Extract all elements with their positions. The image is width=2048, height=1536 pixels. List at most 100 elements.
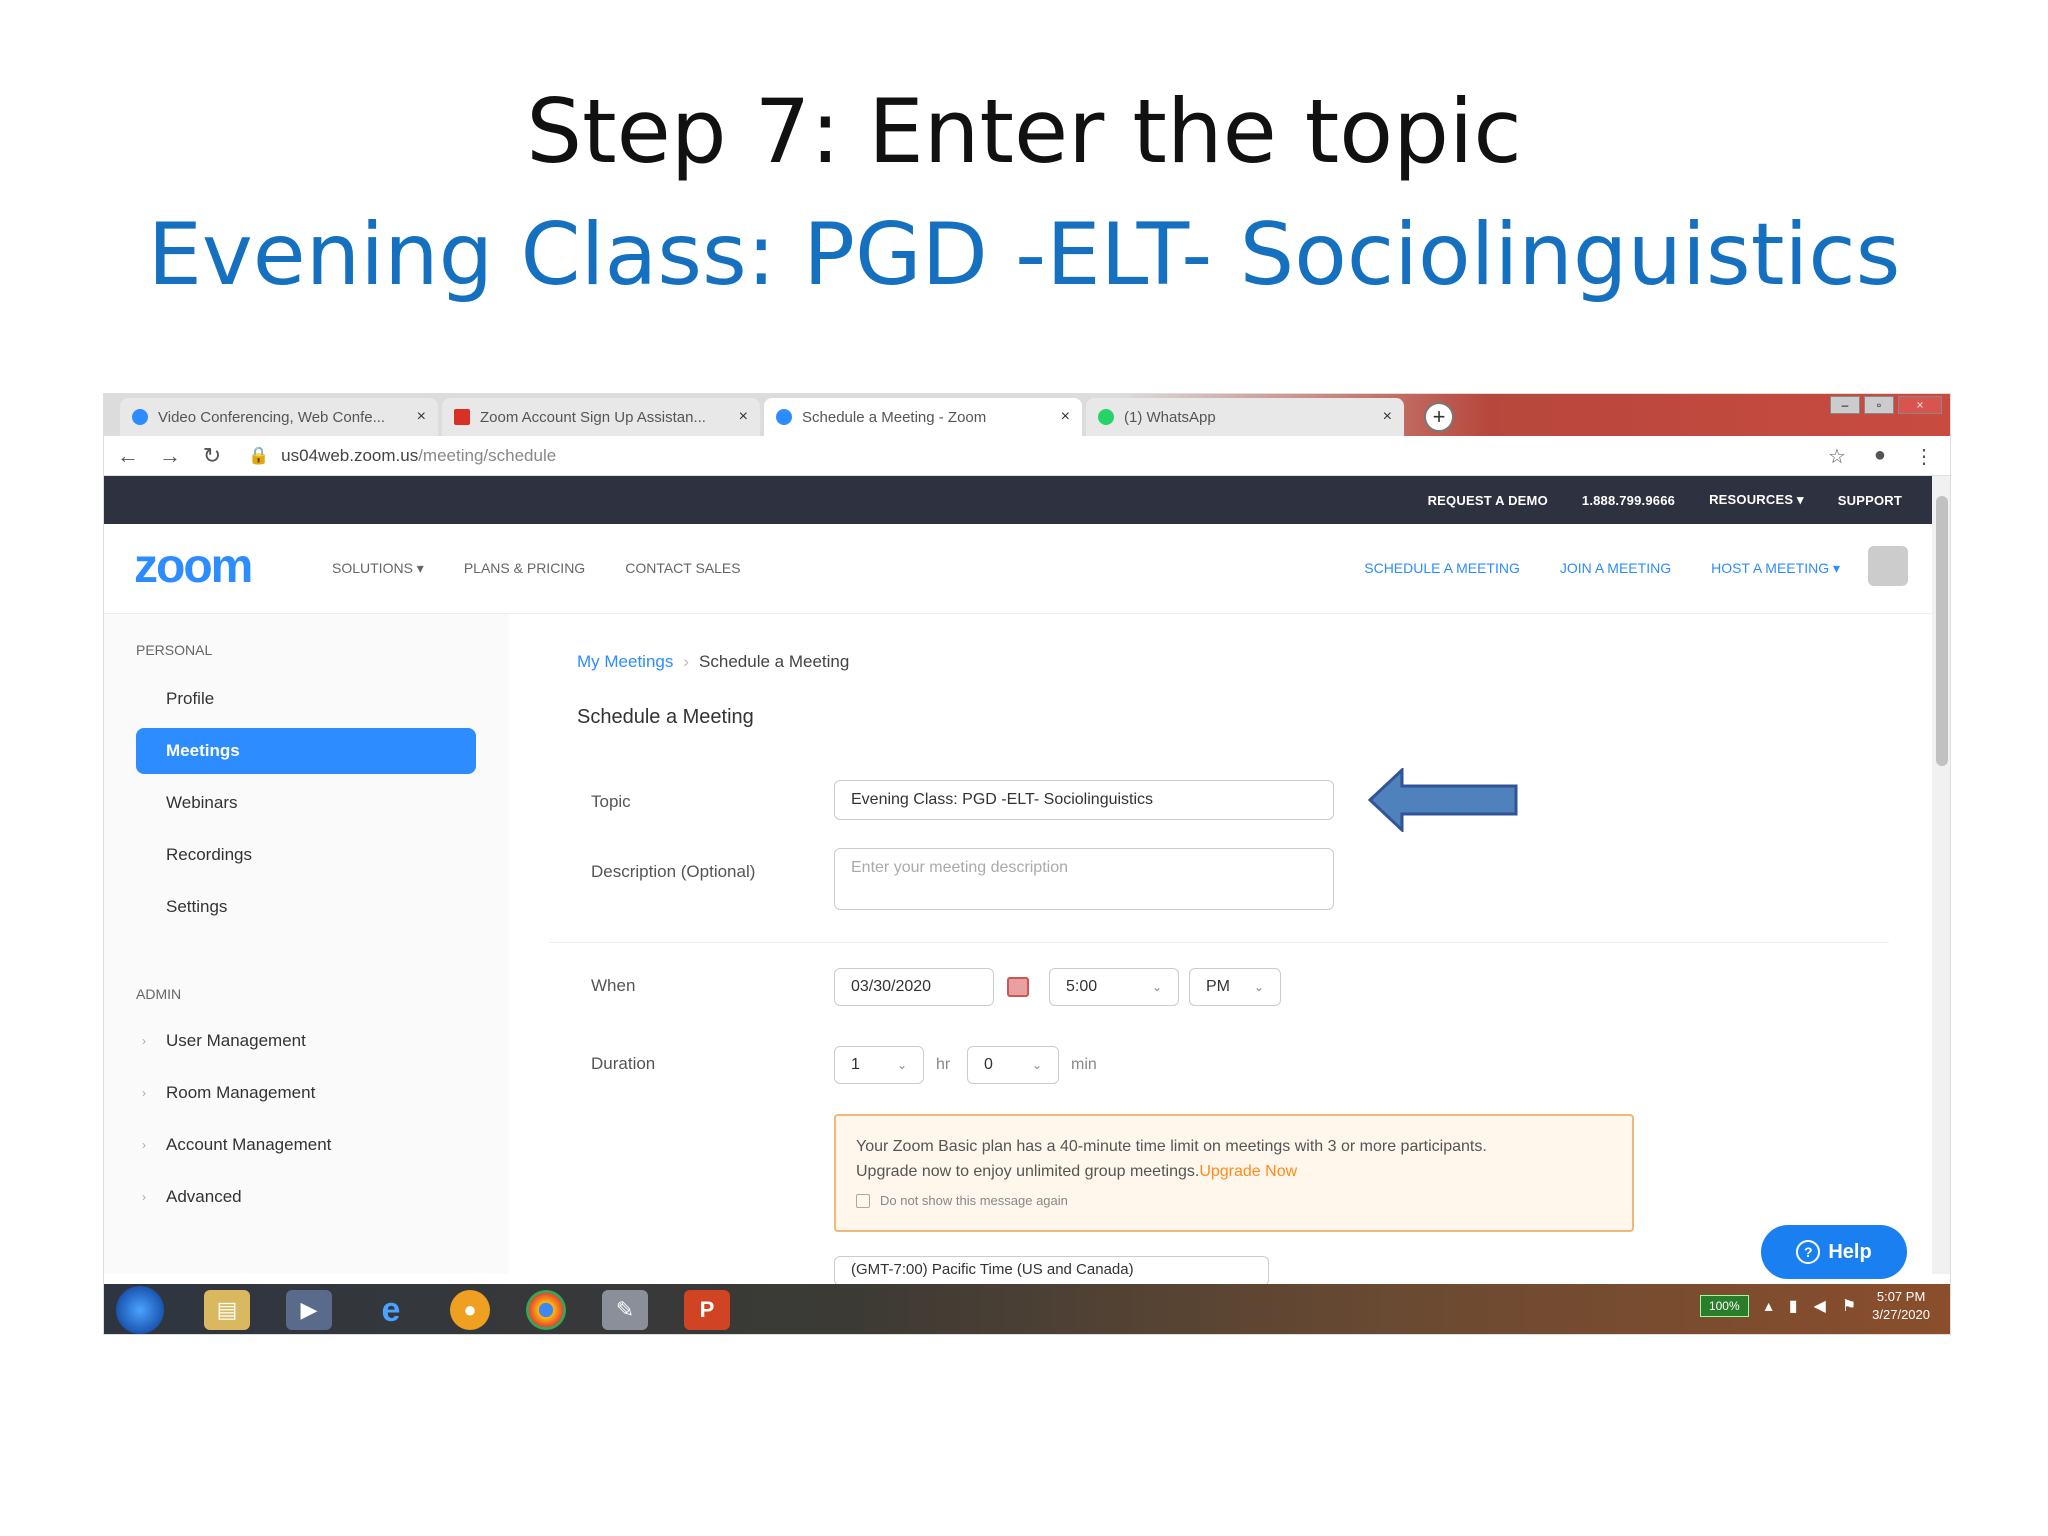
back-arrow-icon[interactable]: ← bbox=[110, 443, 146, 469]
nav-plans-pricing[interactable]: PLANS & PRICING bbox=[464, 560, 585, 577]
page-scrollbar[interactable] bbox=[1932, 476, 1950, 1274]
duration-label: Duration bbox=[591, 1054, 656, 1073]
chrome-icon[interactable] bbox=[526, 1290, 566, 1330]
network-icon[interactable]: ▮ bbox=[1789, 1296, 1798, 1316]
tab-close-icon[interactable]: × bbox=[1383, 408, 1392, 426]
forward-arrow-icon[interactable]: → bbox=[152, 443, 188, 469]
tab-close-icon[interactable]: × bbox=[739, 408, 748, 426]
breadcrumb-my-meetings[interactable]: My Meetings bbox=[577, 652, 673, 671]
page-title: Schedule a Meeting bbox=[577, 706, 754, 728]
date-input[interactable]: 03/30/2020 bbox=[834, 968, 994, 1006]
tab-video-conferencing[interactable]: Video Conferencing, Web Confe... × bbox=[120, 398, 438, 436]
phone-number[interactable]: 1.888.799.9666 bbox=[1582, 493, 1675, 508]
volume-icon[interactable]: ◀ bbox=[1814, 1296, 1826, 1316]
window-close-button[interactable]: × bbox=[1898, 396, 1942, 414]
gmail-tab-icon bbox=[454, 409, 470, 425]
profile-icon[interactable]: ● bbox=[1874, 444, 1886, 469]
nav-contact-sales[interactable]: CONTACT SALES bbox=[625, 560, 740, 577]
breadcrumb: My Meetings › Schedule a Meeting bbox=[577, 652, 850, 671]
browser-app-icon[interactable]: ● bbox=[450, 1290, 490, 1330]
main-content: My Meetings › Schedule a Meeting Schedule … bbox=[509, 614, 1932, 1286]
duration-minutes-select[interactable]: 0 ⌄ bbox=[967, 1046, 1059, 1084]
clock[interactable]: 5:07 PM 3/27/2020 bbox=[1872, 1288, 1930, 1324]
minimize-button[interactable]: – bbox=[1830, 396, 1860, 414]
dont-show-checkbox[interactable] bbox=[856, 1193, 870, 1208]
tab-close-icon[interactable]: × bbox=[1061, 408, 1070, 426]
sidebar-item-room-management[interactable]: › Room Management bbox=[136, 1070, 476, 1116]
maximize-button[interactable]: ▫ bbox=[1864, 396, 1894, 414]
file-explorer-icon[interactable]: ▤ bbox=[204, 1290, 250, 1330]
nav-solutions[interactable]: SOLUTIONS ▾ bbox=[332, 560, 424, 577]
sidebar-item-meetings[interactable]: Meetings bbox=[136, 728, 476, 774]
address-bar: ← → ↻ 🔒 us04web.zoom.us/meeting/schedule … bbox=[104, 436, 1950, 476]
sidebar-item-settings[interactable]: Settings bbox=[136, 884, 476, 930]
resources-menu[interactable]: RESOURCES ▾ bbox=[1709, 492, 1804, 508]
zoom-top-bar: REQUEST A DEMO 1.888.799.9666 RESOURCES … bbox=[104, 476, 1932, 524]
description-textarea[interactable]: Enter your meeting description bbox=[834, 848, 1334, 910]
lock-icon: 🔒 bbox=[248, 445, 270, 465]
tab-zoom-signup[interactable]: Zoom Account Sign Up Assistan... × bbox=[442, 398, 760, 436]
slide: Step 7: Enter the topic Evening Class: P… bbox=[0, 0, 2048, 1536]
ampm-select[interactable]: PM ⌄ bbox=[1189, 968, 1281, 1006]
description-label: Description (Optional) bbox=[591, 862, 756, 881]
help-button[interactable]: ? Help bbox=[1761, 1225, 1907, 1279]
when-label: When bbox=[591, 976, 636, 995]
slide-subtitle: Evening Class: PGD -ELT- Sociolinguistic… bbox=[147, 205, 1901, 305]
form-divider bbox=[549, 942, 1889, 943]
avatar[interactable] bbox=[1868, 546, 1908, 586]
nav-host-meeting[interactable]: HOST A MEETING ▾ bbox=[1711, 560, 1840, 577]
tab-close-icon[interactable]: × bbox=[417, 408, 426, 426]
tray-arrow-icon[interactable]: ▴ bbox=[1765, 1296, 1773, 1316]
min-unit: min bbox=[1071, 1056, 1097, 1073]
new-tab-button[interactable]: + bbox=[1424, 402, 1454, 432]
calendar-icon[interactable] bbox=[1007, 977, 1029, 997]
support-link[interactable]: SUPPORT bbox=[1838, 493, 1902, 508]
reload-icon[interactable]: ↻ bbox=[194, 443, 230, 469]
sidebar-heading-personal: PERSONAL bbox=[136, 642, 213, 658]
chevron-down-icon: ⌄ bbox=[1253, 980, 1264, 994]
paint-icon[interactable]: ✎ bbox=[602, 1290, 648, 1330]
url-field[interactable]: 🔒 us04web.zoom.us/meeting/schedule bbox=[248, 446, 556, 466]
slide-title: Step 7: Enter the topic bbox=[526, 80, 1522, 183]
sidebar-item-user-management[interactable]: › User Management bbox=[136, 1018, 476, 1064]
request-demo-link[interactable]: REQUEST A DEMO bbox=[1428, 493, 1548, 508]
bookmark-star-icon[interactable]: ☆ bbox=[1828, 444, 1846, 469]
internet-explorer-icon[interactable]: e bbox=[368, 1290, 414, 1330]
upgrade-now-link[interactable]: Upgrade Now bbox=[1199, 1163, 1297, 1180]
hr-unit: hr bbox=[936, 1056, 951, 1073]
chevron-right-icon: › bbox=[142, 1034, 146, 1048]
chevron-right-icon: › bbox=[142, 1138, 146, 1152]
duration-hours-select[interactable]: 1 ⌄ bbox=[834, 1046, 924, 1084]
nav-join-meeting[interactable]: JOIN A MEETING bbox=[1560, 560, 1671, 577]
start-button[interactable] bbox=[116, 1286, 164, 1334]
chevron-down-icon: ⌄ bbox=[1031, 1058, 1042, 1072]
sidebar-item-recordings[interactable]: Recordings bbox=[136, 832, 476, 878]
tab-bar: Video Conferencing, Web Confe... × Zoom … bbox=[104, 394, 1950, 436]
sidebar-item-account-management[interactable]: › Account Management bbox=[136, 1122, 476, 1168]
windows-taskbar: ▤ ▶ e ● ✎ P 100% ▴ ▮ ◀ ⚑ 5:07 PM 3/27/20… bbox=[104, 1284, 1950, 1334]
timezone-select[interactable]: (GMT-7:00) Pacific Time (US and Canada) bbox=[834, 1256, 1269, 1286]
tab-whatsapp[interactable]: (1) WhatsApp × bbox=[1086, 398, 1404, 436]
media-player-icon[interactable]: ▶ bbox=[286, 1290, 332, 1330]
sidebar-item-profile[interactable]: Profile bbox=[136, 676, 476, 722]
zoom-logo[interactable]: zoom bbox=[134, 539, 253, 594]
breadcrumb-current: Schedule a Meeting bbox=[699, 652, 850, 671]
chevron-right-icon: › bbox=[142, 1190, 146, 1204]
tab-schedule-meeting[interactable]: Schedule a Meeting - Zoom × bbox=[764, 398, 1082, 436]
pointer-arrow-icon bbox=[1368, 768, 1518, 832]
flag-icon[interactable]: ⚑ bbox=[1842, 1296, 1856, 1316]
question-icon: ? bbox=[1796, 1240, 1821, 1264]
menu-dots-icon[interactable]: ⋮ bbox=[1914, 444, 1934, 469]
powerpoint-icon[interactable]: P bbox=[684, 1290, 730, 1330]
chevron-down-icon: ⌄ bbox=[896, 1058, 907, 1072]
sidebar-item-webinars[interactable]: Webinars bbox=[136, 780, 476, 826]
sidebar: PERSONAL Profile Meetings Webinars Recor… bbox=[104, 614, 509, 1274]
scrollbar-thumb[interactable] bbox=[1936, 496, 1948, 766]
time-select[interactable]: 5:00 ⌄ bbox=[1049, 968, 1179, 1006]
nav-schedule-meeting[interactable]: SCHEDULE A MEETING bbox=[1364, 560, 1520, 577]
topic-input[interactable]: Evening Class: PGD -ELT- Sociolinguistic… bbox=[834, 780, 1334, 820]
topic-label: Topic bbox=[591, 792, 631, 811]
browser-screenshot: Video Conferencing, Web Confe... × Zoom … bbox=[103, 393, 1951, 1335]
battery-indicator[interactable]: 100% bbox=[1699, 1295, 1749, 1317]
sidebar-item-advanced[interactable]: › Advanced bbox=[136, 1174, 476, 1220]
